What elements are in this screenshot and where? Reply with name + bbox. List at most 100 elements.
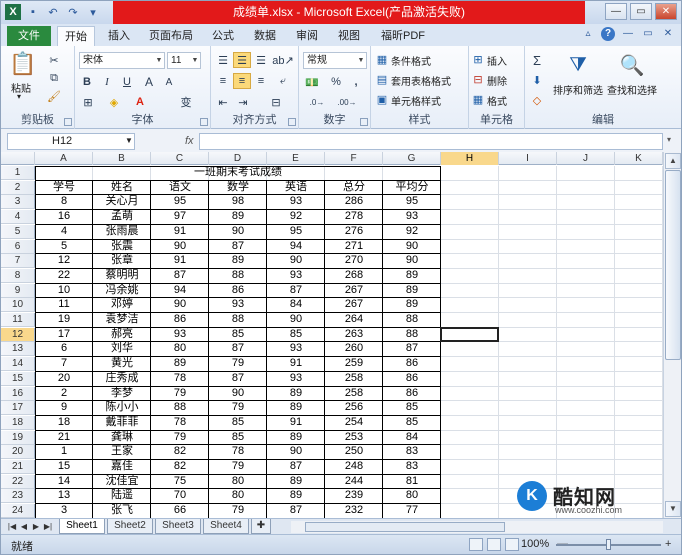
data-cell[interactable]: 庄秀成: [93, 372, 151, 386]
underline-icon[interactable]: U: [119, 74, 135, 90]
data-cell[interactable]: 张震: [93, 240, 151, 254]
last-sheet-icon[interactable]: ▶|: [43, 521, 53, 533]
save-icon[interactable]: ▪: [25, 4, 41, 20]
data-cell[interactable]: 70: [151, 489, 209, 503]
data-cell[interactable]: 264: [325, 313, 383, 327]
cells-area[interactable]: 一班期末考试成绩 学号 姓名 语文 数学 英语 总分 平均分 8 关心月 95 98 93 286 95 16…: [35, 166, 663, 518]
row-header[interactable]: 2: [1, 180, 35, 195]
data-cell[interactable]: 20: [35, 372, 93, 386]
conditional-format-button[interactable]: 条件格式: [391, 53, 431, 68]
minimize-button[interactable]: —: [605, 3, 627, 20]
doc-close-icon[interactable]: ✕: [661, 27, 675, 41]
data-cell[interactable]: 86: [383, 387, 441, 401]
data-cell[interactable]: 94: [151, 284, 209, 298]
data-cell[interactable]: 12: [35, 254, 93, 268]
data-cell[interactable]: 89: [209, 210, 267, 224]
data-cell[interactable]: 陈小小: [93, 401, 151, 415]
tab-page-layout[interactable]: 页面布局: [143, 26, 199, 46]
data-cell[interactable]: 8: [35, 195, 93, 209]
select-all-corner[interactable]: [1, 152, 35, 165]
data-cell[interactable]: 80: [209, 489, 267, 503]
data-cell[interactable]: 90: [267, 254, 325, 268]
increase-indent-icon[interactable]: ⇥: [235, 94, 251, 110]
vertical-scroll-thumb[interactable]: [665, 170, 681, 360]
shrink-font-icon[interactable]: A: [161, 74, 177, 90]
tab-foxit-pdf[interactable]: 福昕PDF: [373, 26, 433, 46]
data-cell[interactable]: 冯余姚: [93, 284, 151, 298]
data-cell[interactable]: 90: [383, 240, 441, 254]
clear-icon[interactable]: ◇: [529, 92, 545, 108]
align-middle-icon[interactable]: ☰: [233, 52, 251, 68]
data-cell[interactable]: 90: [267, 445, 325, 459]
data-cell[interactable]: 19: [35, 313, 93, 327]
data-cell[interactable]: 232: [325, 504, 383, 518]
data-cell[interactable]: 13: [35, 489, 93, 503]
data-cell[interactable]: 关心月: [93, 195, 151, 209]
column-header[interactable]: J: [557, 152, 615, 165]
data-cell[interactable]: 260: [325, 342, 383, 356]
align-right-icon[interactable]: ≡: [253, 73, 269, 89]
data-cell[interactable]: 89: [209, 254, 267, 268]
maximize-button[interactable]: ▭: [630, 3, 652, 20]
data-cell[interactable]: 81: [383, 475, 441, 489]
data-cell[interactable]: 83: [383, 460, 441, 474]
header-cell[interactable]: 总分: [325, 181, 383, 195]
row-header[interactable]: 6: [1, 239, 35, 254]
page-break-view-icon[interactable]: [505, 538, 519, 551]
first-sheet-icon[interactable]: |◀: [7, 521, 17, 533]
data-cell[interactable]: 1: [35, 445, 93, 459]
row-header[interactable]: 24: [1, 504, 35, 518]
data-cell[interactable]: 89: [267, 489, 325, 503]
insert-function-button[interactable]: fx: [185, 133, 194, 150]
column-header[interactable]: E: [267, 152, 325, 165]
row-header[interactable]: 8: [1, 268, 35, 283]
row-header[interactable]: 23: [1, 489, 35, 504]
data-cell[interactable]: 86: [383, 372, 441, 386]
row-header[interactable]: 18: [1, 415, 35, 430]
row-header[interactable]: 22: [1, 474, 35, 489]
row-header[interactable]: 21: [1, 460, 35, 474]
data-cell[interactable]: 258: [325, 387, 383, 401]
help-icon[interactable]: ?: [601, 27, 615, 41]
data-cell[interactable]: 87: [209, 372, 267, 386]
data-cell[interactable]: 黄光: [93, 357, 151, 371]
row-header[interactable]: 16: [1, 386, 35, 401]
data-cell[interactable]: 86: [151, 313, 209, 327]
header-cell[interactable]: 平均分: [383, 181, 441, 195]
data-cell[interactable]: 戴菲菲: [93, 416, 151, 430]
zoom-in-button[interactable]: +: [665, 538, 671, 550]
column-header[interactable]: H: [441, 152, 499, 165]
data-cell[interactable]: 85: [209, 416, 267, 430]
autosum-button[interactable]: Σ: [529, 52, 545, 68]
scroll-down-icon[interactable]: ▼: [665, 501, 681, 517]
data-cell[interactable]: 91: [267, 416, 325, 430]
insert-cells-button[interactable]: 插入: [487, 53, 507, 68]
data-cell[interactable]: 263: [325, 328, 383, 342]
sheet-title-cell[interactable]: 一班期末考试成绩: [35, 166, 441, 180]
data-cell[interactable]: 邓婷: [93, 298, 151, 312]
data-cell[interactable]: 250: [325, 445, 383, 459]
row-header[interactable]: 15: [1, 371, 35, 386]
data-cell[interactable]: 85: [209, 431, 267, 445]
data-cell[interactable]: 93: [209, 298, 267, 312]
column-header[interactable]: D: [209, 152, 267, 165]
borders-icon[interactable]: ⊞: [79, 94, 97, 110]
tab-file[interactable]: 文件: [7, 26, 51, 46]
data-cell[interactable]: 90: [383, 254, 441, 268]
data-cell[interactable]: 93: [267, 372, 325, 386]
data-cell[interactable]: 5: [35, 240, 93, 254]
data-cell[interactable]: 张章: [93, 254, 151, 268]
data-cell[interactable]: 86: [209, 284, 267, 298]
data-cell[interactable]: 李梦: [93, 387, 151, 401]
data-cell[interactable]: 89: [267, 475, 325, 489]
data-cell[interactable]: 93: [151, 328, 209, 342]
data-cell[interactable]: 89: [383, 298, 441, 312]
data-cell[interactable]: 14: [35, 475, 93, 489]
data-cell[interactable]: 沈佳宜: [93, 475, 151, 489]
data-cell[interactable]: 259: [325, 357, 383, 371]
data-cell[interactable]: 271: [325, 240, 383, 254]
data-cell[interactable]: 17: [35, 328, 93, 342]
data-cell[interactable]: 86: [383, 357, 441, 371]
data-cell[interactable]: 21: [35, 431, 93, 445]
column-header[interactable]: A: [35, 152, 93, 165]
